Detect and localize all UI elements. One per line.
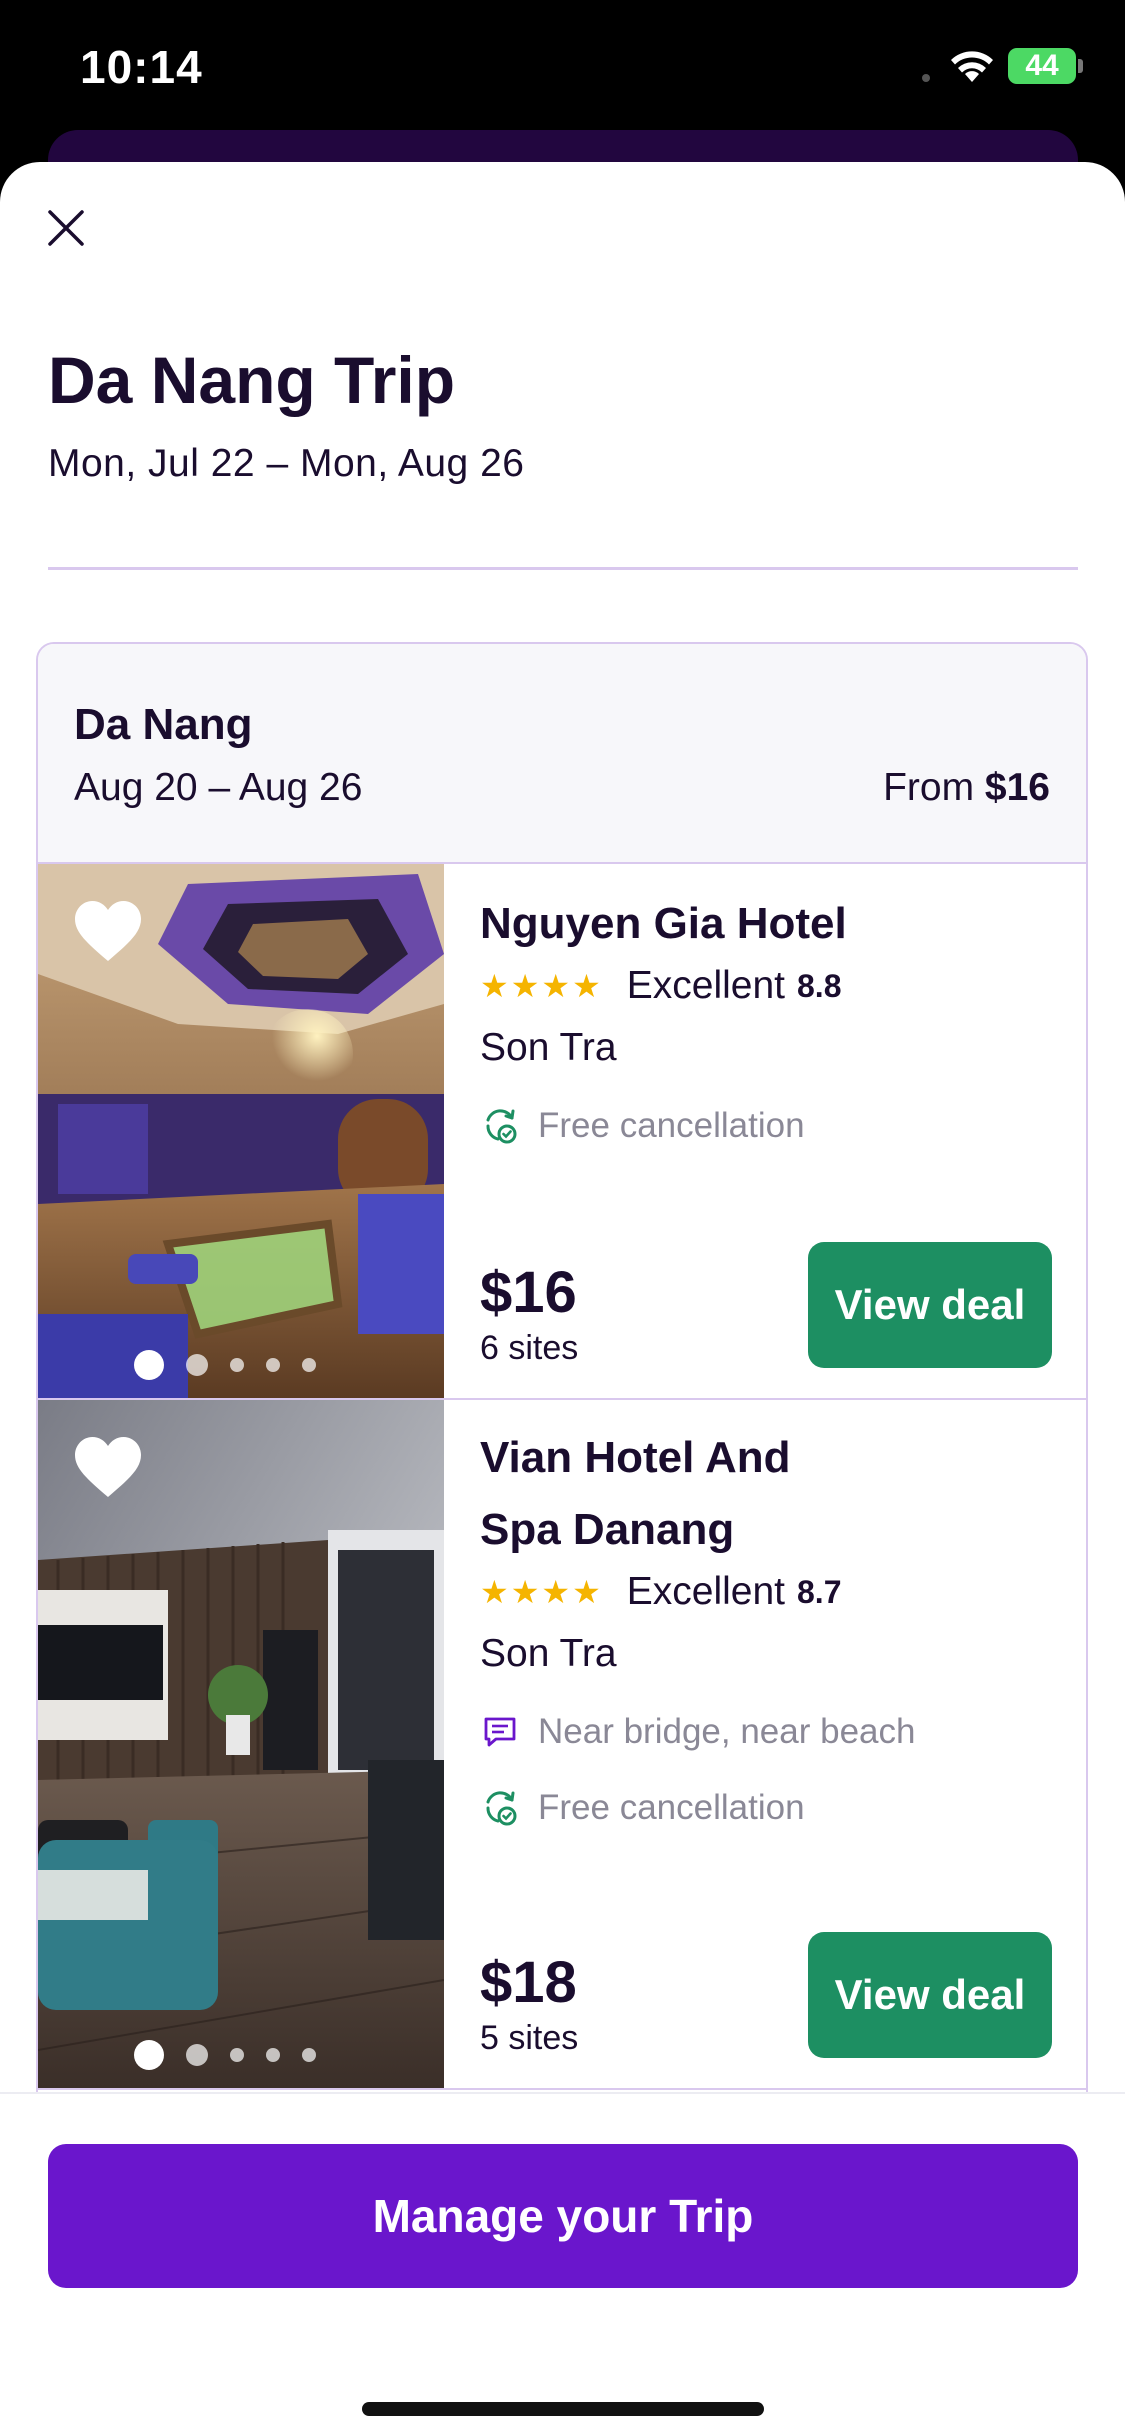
feature-review-highlight: Near bridge, near beach	[480, 1712, 1056, 1752]
view-deal-button[interactable]: View deal	[808, 1932, 1052, 2058]
hotel-price: $16	[480, 1260, 577, 1325]
hotel-price: $18	[480, 1950, 577, 2015]
trip-dates: Mon, Jul 22 – Mon, Aug 26	[48, 442, 525, 485]
free-cancellation-icon	[486, 1109, 517, 1144]
hotel-info: Vian Hotel And Spa Danang ★★★★ Excellent…	[480, 1400, 1056, 2088]
status-bar: 10:14 44	[0, 0, 1125, 130]
price-block: $16 6 sites	[480, 1263, 578, 1368]
photo-pagination	[134, 2040, 316, 2070]
bottom-action-bar: Manage your Trip	[0, 2092, 1125, 2436]
feature-text: Near bridge, near beach	[538, 1712, 916, 1751]
site-count: 5 sites	[480, 2019, 579, 2057]
view-deal-button[interactable]: View deal	[808, 1242, 1052, 1368]
pagination-dot	[302, 1358, 316, 1372]
review-comment-icon	[484, 1717, 516, 1747]
status-time: 10:14	[80, 41, 203, 93]
hotel-card[interactable]: Vian Hotel And Spa Danang ★★★★ Excellent…	[38, 1400, 1086, 2090]
pagination-dot	[230, 2048, 244, 2062]
rating-row: ★★★★ Excellent 8.8	[480, 964, 1056, 1008]
pagination-dot	[302, 2048, 316, 2062]
feature-free-cancellation: Free cancellation	[480, 1106, 1056, 1146]
signal-dot	[922, 74, 930, 82]
rating-score: 8.8	[797, 967, 842, 1004]
feature-text: Free cancellation	[538, 1788, 805, 1827]
battery-icon: 44	[1008, 48, 1076, 84]
destination-card: Da Nang Aug 20 – Aug 26 From $16 Nguyen …	[36, 642, 1088, 2254]
hotel-info: Nguyen Gia Hotel ★★★★ Excellent 8.8 Son …	[480, 864, 1056, 1398]
heart-icon[interactable]	[72, 1434, 144, 1500]
free-cancellation-icon	[486, 1791, 517, 1826]
wifi-icon	[951, 51, 993, 82]
destination-header[interactable]: Da Nang Aug 20 – Aug 26 From $16	[38, 644, 1086, 864]
hotel-location: Son Tra	[480, 1026, 617, 1069]
close-icon	[48, 210, 84, 246]
trip-title: Da Nang Trip	[48, 343, 456, 417]
hotel-room-image	[38, 1400, 444, 2088]
hotel-photo[interactable]	[38, 864, 444, 1398]
pagination-dot	[266, 1358, 280, 1372]
star-icon: ★★★★	[480, 968, 603, 1004]
photo-pagination	[134, 1350, 316, 1380]
rating-row: ★★★★ Excellent 8.7	[480, 1570, 1056, 1614]
feature-text: Free cancellation	[538, 1106, 805, 1145]
battery-level: 44	[1025, 49, 1059, 82]
hotel-name: Vian Hotel And Spa Danang	[480, 1433, 791, 1554]
pagination-dot	[230, 1358, 244, 1372]
hotel-name: Nguyen Gia Hotel	[480, 899, 847, 948]
home-indicator[interactable]	[362, 2402, 764, 2416]
pagination-dot-active	[134, 2040, 164, 2070]
price-value: $16	[984, 766, 1050, 809]
destination-price: From $16	[883, 766, 1050, 810]
pagination-dot	[186, 2044, 208, 2066]
divider	[48, 567, 1078, 570]
manage-trip-button[interactable]: Manage your Trip	[48, 2144, 1078, 2288]
destination-name: Da Nang	[74, 700, 253, 749]
pagination-dot-active	[134, 1350, 164, 1380]
rating-label: Excellent	[626, 1570, 785, 1613]
pagination-dot	[186, 1354, 208, 1376]
battery-tip	[1078, 59, 1083, 73]
rating-score: 8.7	[797, 1573, 842, 1610]
hotel-photo[interactable]	[38, 1400, 444, 2088]
price-prefix: From	[883, 766, 975, 809]
rating-label: Excellent	[626, 964, 785, 1007]
feature-free-cancellation: Free cancellation	[480, 1788, 1056, 1828]
heart-icon[interactable]	[72, 898, 144, 964]
price-block: $18 5 sites	[480, 1953, 578, 2058]
destination-dates: Aug 20 – Aug 26	[74, 766, 363, 809]
star-icon: ★★★★	[480, 1574, 603, 1610]
site-count: 6 sites	[480, 1329, 579, 1367]
hotel-card[interactable]: Nguyen Gia Hotel ★★★★ Excellent 8.8 Son …	[38, 864, 1086, 1400]
pagination-dot	[266, 2048, 280, 2062]
hotel-location: Son Tra	[480, 1632, 617, 1675]
close-button[interactable]	[40, 202, 92, 254]
